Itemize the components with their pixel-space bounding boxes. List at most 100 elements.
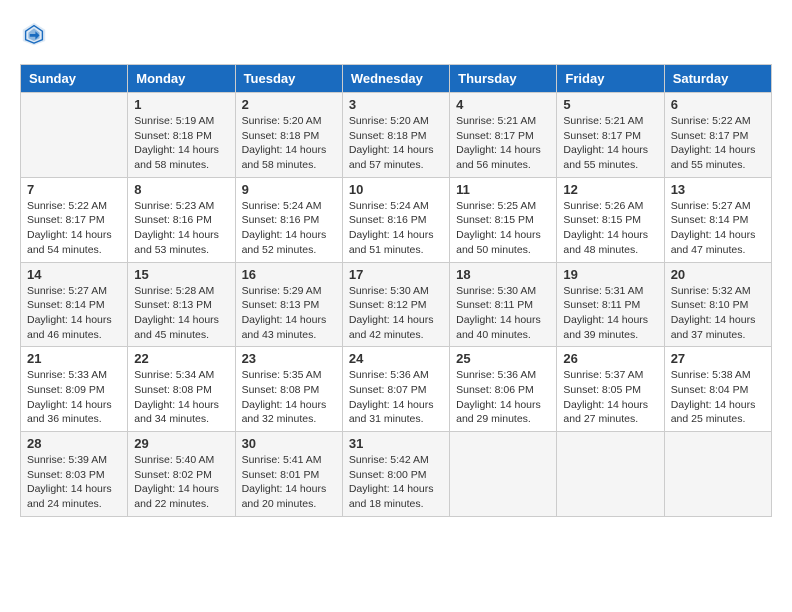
day-number: 11 <box>456 182 550 197</box>
day-info: Sunrise: 5:40 AM Sunset: 8:02 PM Dayligh… <box>134 453 228 512</box>
calendar-week-row: 7 Sunrise: 5:22 AM Sunset: 8:17 PM Daylig… <box>21 177 772 262</box>
day-info: Sunrise: 5:27 AM Sunset: 8:14 PM Dayligh… <box>27 284 121 343</box>
day-info: Sunrise: 5:27 AM Sunset: 8:14 PM Dayligh… <box>671 199 765 258</box>
day-of-week-header: Saturday <box>664 65 771 93</box>
day-number: 3 <box>349 97 443 112</box>
day-info: Sunrise: 5:22 AM Sunset: 8:17 PM Dayligh… <box>671 114 765 173</box>
day-number: 27 <box>671 351 765 366</box>
calendar-day-cell: 21 Sunrise: 5:33 AM Sunset: 8:09 PM Dayli… <box>21 347 128 432</box>
calendar-day-cell: 18 Sunrise: 5:30 AM Sunset: 8:11 PM Dayli… <box>450 262 557 347</box>
calendar-day-cell: 23 Sunrise: 5:35 AM Sunset: 8:08 PM Dayli… <box>235 347 342 432</box>
calendar-week-row: 28 Sunrise: 5:39 AM Sunset: 8:03 PM Dayli… <box>21 432 772 517</box>
calendar-day-cell: 22 Sunrise: 5:34 AM Sunset: 8:08 PM Dayli… <box>128 347 235 432</box>
calendar-day-cell: 5 Sunrise: 5:21 AM Sunset: 8:17 PM Daylig… <box>557 93 664 178</box>
day-number: 7 <box>27 182 121 197</box>
calendar-day-cell: 2 Sunrise: 5:20 AM Sunset: 8:18 PM Daylig… <box>235 93 342 178</box>
calendar-table: SundayMondayTuesdayWednesdayThursdayFrid… <box>20 64 772 517</box>
day-number: 1 <box>134 97 228 112</box>
logo-icon <box>20 20 48 48</box>
day-number: 26 <box>563 351 657 366</box>
day-info: Sunrise: 5:33 AM Sunset: 8:09 PM Dayligh… <box>27 368 121 427</box>
day-number: 17 <box>349 267 443 282</box>
day-info: Sunrise: 5:21 AM Sunset: 8:17 PM Dayligh… <box>563 114 657 173</box>
day-info: Sunrise: 5:41 AM Sunset: 8:01 PM Dayligh… <box>242 453 336 512</box>
calendar-day-cell: 24 Sunrise: 5:36 AM Sunset: 8:07 PM Dayli… <box>342 347 449 432</box>
day-info: Sunrise: 5:28 AM Sunset: 8:13 PM Dayligh… <box>134 284 228 343</box>
day-info: Sunrise: 5:24 AM Sunset: 8:16 PM Dayligh… <box>242 199 336 258</box>
day-info: Sunrise: 5:42 AM Sunset: 8:00 PM Dayligh… <box>349 453 443 512</box>
day-of-week-header: Thursday <box>450 65 557 93</box>
calendar-week-row: 21 Sunrise: 5:33 AM Sunset: 8:09 PM Dayli… <box>21 347 772 432</box>
day-number: 24 <box>349 351 443 366</box>
day-info: Sunrise: 5:22 AM Sunset: 8:17 PM Dayligh… <box>27 199 121 258</box>
day-info: Sunrise: 5:25 AM Sunset: 8:15 PM Dayligh… <box>456 199 550 258</box>
day-number: 22 <box>134 351 228 366</box>
calendar-day-cell: 7 Sunrise: 5:22 AM Sunset: 8:17 PM Daylig… <box>21 177 128 262</box>
day-info: Sunrise: 5:39 AM Sunset: 8:03 PM Dayligh… <box>27 453 121 512</box>
day-number: 16 <box>242 267 336 282</box>
day-number: 29 <box>134 436 228 451</box>
day-number: 15 <box>134 267 228 282</box>
day-info: Sunrise: 5:37 AM Sunset: 8:05 PM Dayligh… <box>563 368 657 427</box>
calendar-day-cell: 17 Sunrise: 5:30 AM Sunset: 8:12 PM Dayli… <box>342 262 449 347</box>
calendar-day-cell: 15 Sunrise: 5:28 AM Sunset: 8:13 PM Dayli… <box>128 262 235 347</box>
day-of-week-header: Sunday <box>21 65 128 93</box>
day-info: Sunrise: 5:24 AM Sunset: 8:16 PM Dayligh… <box>349 199 443 258</box>
day-info: Sunrise: 5:30 AM Sunset: 8:11 PM Dayligh… <box>456 284 550 343</box>
day-number: 20 <box>671 267 765 282</box>
day-number: 12 <box>563 182 657 197</box>
day-info: Sunrise: 5:29 AM Sunset: 8:13 PM Dayligh… <box>242 284 336 343</box>
calendar-day-cell <box>557 432 664 517</box>
day-info: Sunrise: 5:30 AM Sunset: 8:12 PM Dayligh… <box>349 284 443 343</box>
day-number: 13 <box>671 182 765 197</box>
calendar-day-cell: 31Sunrise: 5:42 AM Sunset: 8:00 PM Dayli… <box>342 432 449 517</box>
calendar-day-cell: 20Sunrise: 5:32 AM Sunset: 8:10 PM Dayli… <box>664 262 771 347</box>
day-number: 28 <box>27 436 121 451</box>
calendar-day-cell: 11 Sunrise: 5:25 AM Sunset: 8:15 PM Dayli… <box>450 177 557 262</box>
day-number: 19 <box>563 267 657 282</box>
calendar-day-cell: 25Sunrise: 5:36 AM Sunset: 8:06 PM Dayli… <box>450 347 557 432</box>
calendar-header-row: SundayMondayTuesdayWednesdayThursdayFrid… <box>21 65 772 93</box>
calendar-day-cell: 13 Sunrise: 5:27 AM Sunset: 8:14 PM Dayli… <box>664 177 771 262</box>
calendar-day-cell: 3Sunrise: 5:20 AM Sunset: 8:18 PM Daylig… <box>342 93 449 178</box>
calendar-day-cell: 8 Sunrise: 5:23 AM Sunset: 8:16 PM Daylig… <box>128 177 235 262</box>
day-of-week-header: Monday <box>128 65 235 93</box>
calendar-week-row: 14Sunrise: 5:27 AM Sunset: 8:14 PM Dayli… <box>21 262 772 347</box>
day-number: 6 <box>671 97 765 112</box>
day-info: Sunrise: 5:23 AM Sunset: 8:16 PM Dayligh… <box>134 199 228 258</box>
calendar-day-cell: 28 Sunrise: 5:39 AM Sunset: 8:03 PM Dayli… <box>21 432 128 517</box>
day-number: 8 <box>134 182 228 197</box>
calendar-day-cell: 16 Sunrise: 5:29 AM Sunset: 8:13 PM Dayli… <box>235 262 342 347</box>
calendar-day-cell: 26 Sunrise: 5:37 AM Sunset: 8:05 PM Dayli… <box>557 347 664 432</box>
day-info: Sunrise: 5:34 AM Sunset: 8:08 PM Dayligh… <box>134 368 228 427</box>
day-number: 23 <box>242 351 336 366</box>
day-info: Sunrise: 5:19 AM Sunset: 8:18 PM Dayligh… <box>134 114 228 173</box>
day-info: Sunrise: 5:36 AM Sunset: 8:06 PM Dayligh… <box>456 368 550 427</box>
calendar-day-cell: 12 Sunrise: 5:26 AM Sunset: 8:15 PM Dayli… <box>557 177 664 262</box>
day-number: 9 <box>242 182 336 197</box>
day-info: Sunrise: 5:38 AM Sunset: 8:04 PM Dayligh… <box>671 368 765 427</box>
logo <box>20 20 52 48</box>
calendar-day-cell: 1 Sunrise: 5:19 AM Sunset: 8:18 PM Daylig… <box>128 93 235 178</box>
day-number: 21 <box>27 351 121 366</box>
calendar-day-cell: 14Sunrise: 5:27 AM Sunset: 8:14 PM Dayli… <box>21 262 128 347</box>
day-info: Sunrise: 5:26 AM Sunset: 8:15 PM Dayligh… <box>563 199 657 258</box>
day-info: Sunrise: 5:35 AM Sunset: 8:08 PM Dayligh… <box>242 368 336 427</box>
page-header <box>20 20 772 48</box>
day-info: Sunrise: 5:31 AM Sunset: 8:11 PM Dayligh… <box>563 284 657 343</box>
calendar-day-cell: 4 Sunrise: 5:21 AM Sunset: 8:17 PM Daylig… <box>450 93 557 178</box>
day-info: Sunrise: 5:36 AM Sunset: 8:07 PM Dayligh… <box>349 368 443 427</box>
day-info: Sunrise: 5:20 AM Sunset: 8:18 PM Dayligh… <box>242 114 336 173</box>
day-number: 30 <box>242 436 336 451</box>
day-number: 2 <box>242 97 336 112</box>
day-info: Sunrise: 5:21 AM Sunset: 8:17 PM Dayligh… <box>456 114 550 173</box>
day-number: 18 <box>456 267 550 282</box>
day-number: 4 <box>456 97 550 112</box>
calendar-day-cell: 27 Sunrise: 5:38 AM Sunset: 8:04 PM Dayli… <box>664 347 771 432</box>
day-number: 5 <box>563 97 657 112</box>
calendar-day-cell: 6 Sunrise: 5:22 AM Sunset: 8:17 PM Daylig… <box>664 93 771 178</box>
calendar-day-cell <box>450 432 557 517</box>
day-of-week-header: Friday <box>557 65 664 93</box>
calendar-day-cell: 9 Sunrise: 5:24 AM Sunset: 8:16 PM Daylig… <box>235 177 342 262</box>
day-of-week-header: Wednesday <box>342 65 449 93</box>
